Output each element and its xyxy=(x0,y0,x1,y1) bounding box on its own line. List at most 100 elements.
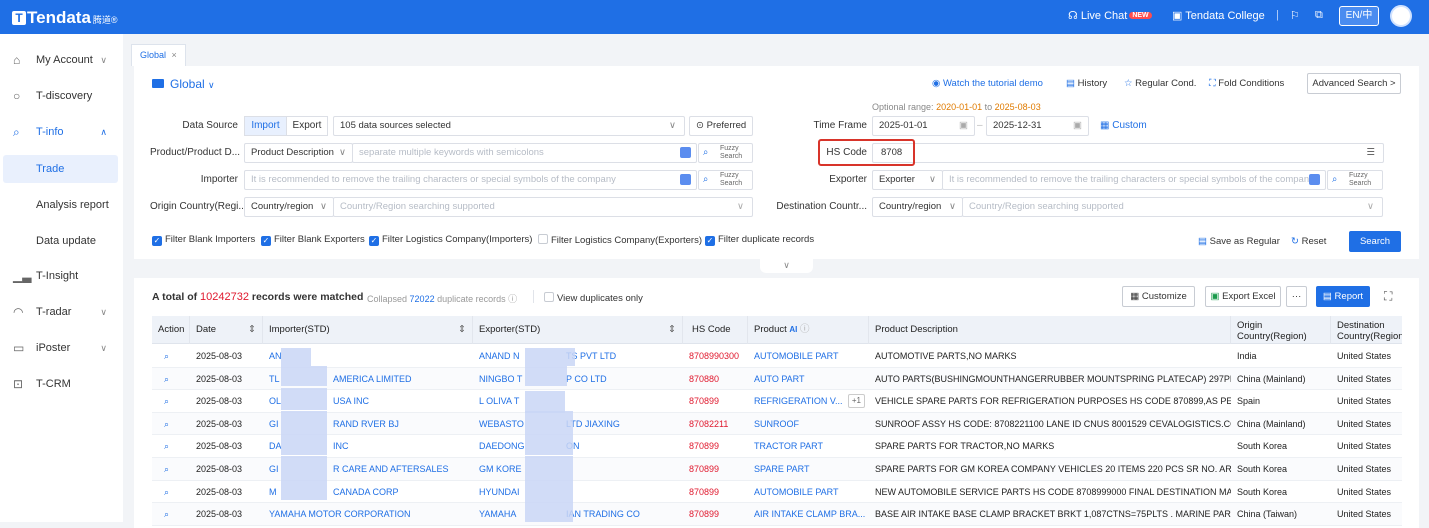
table-row[interactable]: ⌕ 2025-08-03 TL AMERICA LIMITED NINGBO T P CO… xyxy=(152,367,1402,391)
sidebar-item-analysis-report[interactable]: Analysis report xyxy=(0,192,123,218)
sidebar-item-my-account[interactable]: ⌂ My Account ∨ xyxy=(0,47,123,73)
col-importer[interactable]: Importer(STD) ⇕ xyxy=(263,316,473,344)
table-row[interactable]: ⌕ 2025-08-03 GI RAND RVER BJ WEBASTO LTD JIAX… xyxy=(152,412,1402,436)
sidebar-item-t-discovery[interactable]: ○ T-discovery xyxy=(0,83,123,109)
page-title[interactable]: Global ∨ xyxy=(152,77,215,91)
filter-logistics-exporters[interactable]: Filter Logistics Company(Exporters) xyxy=(538,234,702,246)
search-button[interactable]: Search xyxy=(1349,231,1401,252)
save-as-regular-button[interactable]: ▤ Save as Regular xyxy=(1198,236,1280,247)
cell-prod[interactable]: REFRIGERATION V... xyxy=(754,396,843,406)
history-button[interactable]: ▤ History xyxy=(1066,78,1107,89)
more-products-badge[interactable]: +1 xyxy=(847,394,865,409)
checkbox-unchecked[interactable] xyxy=(538,234,548,244)
product-input[interactable]: separate multiple keywords with semicolo… xyxy=(352,143,697,163)
view-duplicates-toggle[interactable]: View duplicates only xyxy=(544,292,643,304)
more-button[interactable]: ··· xyxy=(1286,286,1307,307)
expand-icon[interactable]: ⛶ xyxy=(1384,289,1392,304)
cell-imp-suffix[interactable]: CANADA CORP xyxy=(333,481,399,503)
advanced-search-button[interactable]: Advanced Search > xyxy=(1307,73,1401,94)
date-from-input[interactable]: 2025-01-01 ▣ xyxy=(872,116,975,136)
view-detail-icon[interactable]: ⌕ xyxy=(152,458,190,480)
table-row[interactable]: ⌕ 2025-08-03 M CANADA CORP HYUNDAI 870899 AUTO… xyxy=(152,480,1402,504)
cell-prod[interactable]: AUTOMOBILE PART xyxy=(754,351,839,361)
origin-country-input[interactable]: Country/Region searching supported ∨ xyxy=(333,197,753,217)
cell-exp-suffix[interactable]: P CO LTD xyxy=(566,368,607,390)
cell-imp[interactable]: OL xyxy=(269,396,281,406)
fuzzy-search-toggle[interactable]: ⌕ Fuzzy Search xyxy=(1327,170,1383,190)
filter-blank-importers[interactable]: ✓ Filter Blank Importers xyxy=(152,234,255,246)
export-toggle[interactable]: Export xyxy=(286,116,328,136)
language-switch[interactable]: EN/中 xyxy=(1339,6,1379,26)
checkbox-unchecked[interactable] xyxy=(544,292,554,302)
view-detail-icon[interactable]: ⌕ xyxy=(152,413,190,435)
fuzzy-search-toggle[interactable]: ⌕ Fuzzy Search xyxy=(698,170,753,190)
notification-icon[interactable]: ⚐ xyxy=(1290,9,1300,22)
view-detail-icon[interactable]: ⌕ xyxy=(152,345,190,367)
close-icon[interactable]: × xyxy=(172,50,177,60)
cell-prod[interactable]: TRACTOR PART xyxy=(754,441,823,451)
translate-icon[interactable] xyxy=(680,147,691,158)
exporter-input[interactable]: It is recommended to remove the trailing… xyxy=(942,170,1326,190)
product-type-select[interactable]: Product Description ∨ xyxy=(244,143,353,163)
translate-icon[interactable] xyxy=(1309,174,1320,185)
cell-imp-suffix[interactable]: R CARE AND AFTERSALES xyxy=(333,458,449,480)
cell-exp[interactable]: HYUNDAI xyxy=(479,487,520,497)
cell-imp[interactable]: GI xyxy=(269,419,279,429)
cell-imp[interactable]: DA xyxy=(269,441,282,451)
table-row[interactable]: ⌕ 2025-08-03 YAMAHA MOTOR CORPORATION YAMAH… xyxy=(152,503,1402,526)
cell-exp[interactable]: DAEDONG xyxy=(479,441,525,451)
avatar[interactable] xyxy=(1390,5,1412,27)
cell-prod[interactable]: AUTO PART xyxy=(754,374,805,384)
view-detail-icon[interactable]: ⌕ xyxy=(152,481,190,503)
sidebar-item-t-info[interactable]: ⌕ T-info ∧ xyxy=(0,119,123,145)
regular-cond-button[interactable]: ☆ Regular Cond. xyxy=(1124,78,1196,89)
exporter-type-select[interactable]: Exporter ∨ xyxy=(872,170,943,190)
view-detail-icon[interactable]: ⌕ xyxy=(152,435,190,457)
sort-icon[interactable]: ⇕ xyxy=(458,316,466,344)
cell-prod[interactable]: AUTOMOBILE PART xyxy=(754,487,839,497)
cell-exp[interactable]: L OLIVA T xyxy=(479,396,519,406)
cell-exp[interactable]: WEBASTO xyxy=(479,419,524,429)
customize-button[interactable]: ▦ Customize xyxy=(1122,286,1195,307)
view-detail-icon[interactable]: ⌕ xyxy=(152,390,190,412)
filter-blank-exporters[interactable]: ✓ Filter Blank Exporters xyxy=(261,234,365,246)
destination-country-input[interactable]: Country/Region searching supported ∨ xyxy=(962,197,1383,217)
tutorial-link[interactable]: ◉ Watch the tutorial demo xyxy=(932,78,1043,89)
cell-prod[interactable]: SPARE PART xyxy=(754,464,810,474)
hs-code-input[interactable]: 8708 ☰ xyxy=(872,143,1384,163)
data-source-select[interactable]: 105 data sources selected ∨ xyxy=(333,116,685,136)
cell-imp[interactable]: GI xyxy=(269,464,279,474)
sidebar-item-data-update[interactable]: Data update xyxy=(0,228,123,254)
cell-imp[interactable]: YAMAHA MOTOR CORPORATION xyxy=(269,509,411,519)
sort-icon[interactable]: ⇕ xyxy=(668,316,676,344)
checkbox-checked[interactable]: ✓ xyxy=(261,236,271,246)
sidebar-item-iposter[interactable]: ▭ iPoster ∨ xyxy=(0,335,123,361)
cell-prod[interactable]: SUNROOF xyxy=(754,419,799,429)
checkbox-checked[interactable]: ✓ xyxy=(152,236,162,246)
tendata-college-link[interactable]: ▣ Tendata College xyxy=(1172,9,1265,22)
tab-global[interactable]: Global × xyxy=(131,44,186,66)
fuzzy-search-toggle[interactable]: ⌕ Fuzzy Search xyxy=(698,143,753,163)
importer-input[interactable]: It is recommended to remove the trailing… xyxy=(244,170,697,190)
sidebar-item-t-crm[interactable]: ⊡ T-CRM xyxy=(0,371,123,397)
cell-exp[interactable]: YAMAHA xyxy=(479,509,516,519)
tendata-logo[interactable]: T Tendata 腾道® xyxy=(12,8,118,28)
table-row[interactable]: ⌕ 2025-08-03 GI R CARE AND AFTERSALES GM KOR… xyxy=(152,458,1402,481)
sidebar-item-trade[interactable]: Trade xyxy=(3,155,118,183)
list-icon[interactable]: ☰ xyxy=(1366,144,1375,162)
cell-imp[interactable]: TL xyxy=(269,374,280,384)
cell-exp[interactable]: GM KORE xyxy=(479,464,522,474)
translate-icon[interactable] xyxy=(680,174,691,185)
fullscreen-icon[interactable]: ⧉ xyxy=(1315,9,1323,22)
live-chat-button[interactable]: ☊ Live Chat NEW xyxy=(1068,9,1152,22)
cell-imp-suffix[interactable]: USA INC xyxy=(333,390,369,412)
date-to-input[interactable]: 2025-12-31 ▣ xyxy=(986,116,1089,136)
export-excel-button[interactable]: ▣ Export Excel xyxy=(1205,286,1281,307)
table-row[interactable]: ⌕2025-08-03DAINCDAEDONGON870899TRACTOR P… xyxy=(152,435,1402,458)
sidebar-item-t-insight[interactable]: ▁▃ T-Insight xyxy=(0,263,123,289)
filter-duplicate-records[interactable]: ✓ Filter duplicate records xyxy=(705,234,814,246)
origin-type-select[interactable]: Country/region ∨ xyxy=(244,197,334,217)
col-exporter[interactable]: Exporter(STD) ⇕ xyxy=(473,316,683,344)
import-toggle[interactable]: Import xyxy=(244,116,287,136)
cell-imp-suffix[interactable]: INC xyxy=(333,435,349,457)
